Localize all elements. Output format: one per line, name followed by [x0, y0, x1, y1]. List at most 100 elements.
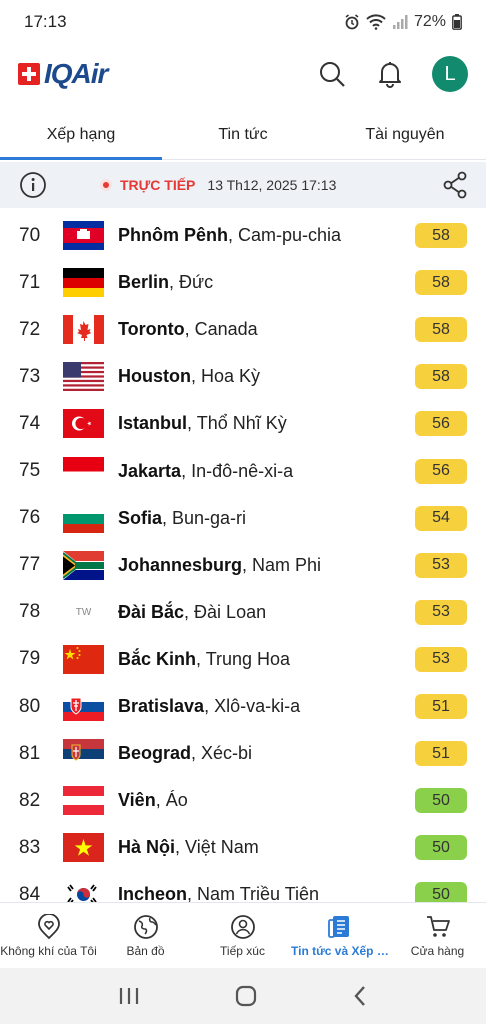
ranking-row[interactable]: 80 Bratislava, Xlô-va-ki-a 51	[0, 683, 486, 730]
app-header: IQAir L	[0, 44, 486, 104]
ranking-row[interactable]: 84 Incheon, Nam Triều Tiên 50	[0, 871, 486, 902]
country-name: , Áo	[155, 790, 188, 811]
home-icon[interactable]	[235, 985, 257, 1007]
tab-bar: Xếp hạng Tin tức Tài nguyên	[0, 110, 486, 160]
globe-icon	[133, 914, 158, 939]
aqi-badge: 58	[415, 270, 467, 296]
city-name: Sofia	[118, 507, 163, 528]
cart-icon	[426, 915, 450, 937]
tab-news[interactable]: Tin tức	[162, 110, 324, 159]
flag-korea-icon	[63, 880, 104, 902]
ranking-row[interactable]: 83 Hà Nội, Việt Nam 50	[0, 824, 486, 871]
nav-my-air[interactable]: Không khí của Tôi	[0, 903, 97, 968]
ranking-row[interactable]: 73 Houston, Hoa Kỳ 58	[0, 353, 486, 400]
aqi-badge: 54	[415, 505, 467, 531]
aqi-badge: 53	[415, 552, 467, 578]
recent-apps-icon[interactable]	[118, 986, 140, 1006]
ranking-row[interactable]: 71 Berlin, Đức 58	[0, 259, 486, 306]
status-time: 17:13	[24, 12, 67, 31]
search-icon	[320, 62, 345, 87]
ranking-row[interactable]: 75 Jakarta, In-đô-nê-xi-a 56	[0, 448, 486, 495]
live-status: TRỰC TIẾP 13 Th12, 2025 17:13	[100, 177, 336, 193]
rankings-list[interactable]: 70 Phnôm Pênh, Cam-pu-chia 58 71 Berlin, Đức…	[0, 212, 486, 902]
avatar[interactable]: L	[432, 56, 468, 92]
aqi-badge: 51	[415, 741, 467, 767]
aqi-badge: 53	[415, 599, 467, 625]
aqi-badge: 58	[415, 364, 467, 390]
ranking-row[interactable]: 70 Phnôm Pênh, Cam-pu-chia 58	[0, 212, 486, 259]
country-name: , Canada	[184, 319, 258, 340]
country-name: , Xéc-bi	[191, 743, 253, 764]
nav-news-rankings[interactable]: Tin tức và Xếp h...	[291, 903, 389, 968]
city-name: Viên	[118, 790, 156, 811]
flag-serbia-icon	[63, 739, 104, 769]
rank-number: 79	[19, 648, 41, 670]
rank-number: 78	[19, 601, 41, 623]
city-name: Istanbul	[118, 413, 188, 434]
ranking-row[interactable]: 79 Bắc Kinh, Trung Hoa 53	[0, 636, 486, 683]
swiss-cross-icon	[18, 63, 40, 85]
location-label: Toronto, Canada	[118, 319, 258, 340]
country-name: , Nam Triều Tiên	[187, 884, 320, 902]
back-icon[interactable]	[352, 985, 368, 1007]
iqair-logo[interactable]: IQAir	[18, 58, 108, 90]
country-name: , Bun-ga-ri	[162, 507, 247, 528]
alarm-icon	[345, 14, 359, 30]
rank-number: 81	[19, 742, 41, 764]
city-name: Berlin	[118, 272, 170, 293]
nav-store[interactable]: Cửa hàng	[389, 903, 486, 968]
flag-china-icon	[63, 644, 104, 674]
share-icon[interactable]	[442, 171, 468, 199]
news-icon	[328, 915, 349, 938]
city-name: Houston	[118, 366, 191, 387]
city-name: Hà Nội	[118, 837, 176, 858]
heart-pin-icon	[37, 913, 60, 939]
nav-label: Tiếp xúc	[220, 943, 265, 958]
rank-number: 82	[19, 789, 41, 811]
rank-number: 72	[19, 318, 41, 340]
exposure-person-icon	[230, 914, 255, 939]
location-label: Johannesburg, Nam Phi	[118, 555, 321, 576]
aqi-badge: 56	[415, 411, 467, 437]
aqi-badge: 50	[415, 788, 467, 814]
location-label: Viên, Áo	[118, 790, 188, 811]
flag-germany-icon	[63, 268, 104, 298]
nav-map[interactable]: Bản đồ	[97, 903, 194, 968]
rank-number: 74	[19, 412, 41, 434]
city-name: Đài Bắc	[118, 601, 185, 622]
aqi-badge: 58	[415, 317, 467, 343]
nav-label: Cửa hàng	[410, 943, 465, 958]
nav-label: Tin tức và Xếp h...	[291, 943, 389, 958]
nav-exposure[interactable]: Tiếp xúc	[194, 903, 291, 968]
tab-resources[interactable]: Tài nguyên	[324, 110, 486, 159]
status-icons: 72%	[344, 13, 462, 31]
flag-usa-icon	[63, 362, 104, 392]
flag-fallback-label: TW	[75, 606, 92, 618]
system-nav-bar	[0, 968, 486, 1024]
logo-text: IQAir	[44, 58, 108, 89]
country-name: , In-đô-nê-xi-a	[181, 460, 294, 481]
country-name: , Đức	[169, 272, 214, 293]
country-name: , Hoa Kỳ	[190, 366, 261, 387]
ranking-row[interactable]: 78 TW Đài Bắc, Đài Loan 53	[0, 589, 486, 636]
ranking-row[interactable]: 81 Beograd, Xéc-bi 51	[0, 730, 486, 777]
rank-number: 71	[19, 271, 41, 293]
notifications-button[interactable]	[374, 58, 406, 90]
ranking-row[interactable]: 82 Viên, Áo 50	[0, 777, 486, 824]
bell-icon	[379, 62, 401, 88]
flag-slovakia-icon	[63, 692, 104, 721]
ranking-row[interactable]: 77 Johannesburg, Nam Phi 53	[0, 542, 486, 589]
ranking-row[interactable]: 76 Sofia, Bun-ga-ri 54	[0, 495, 486, 542]
aqi-badge: 50	[415, 835, 467, 861]
ranking-row[interactable]: 72 Toronto, Canada 58	[0, 306, 486, 353]
search-button[interactable]	[316, 58, 348, 90]
tab-rankings[interactable]: Xếp hạng	[0, 110, 162, 160]
info-icon[interactable]	[18, 170, 48, 200]
city-name: Jakarta	[118, 460, 182, 481]
rank-number: 73	[19, 365, 41, 387]
city-name: Beograd	[118, 743, 192, 764]
battery-icon	[452, 14, 462, 30]
country-name: , Đài Loan	[184, 601, 267, 622]
location-label: Berlin, Đức	[118, 272, 213, 293]
ranking-row[interactable]: 74 Istanbul, Thổ Nhĩ Kỳ 56	[0, 400, 486, 447]
